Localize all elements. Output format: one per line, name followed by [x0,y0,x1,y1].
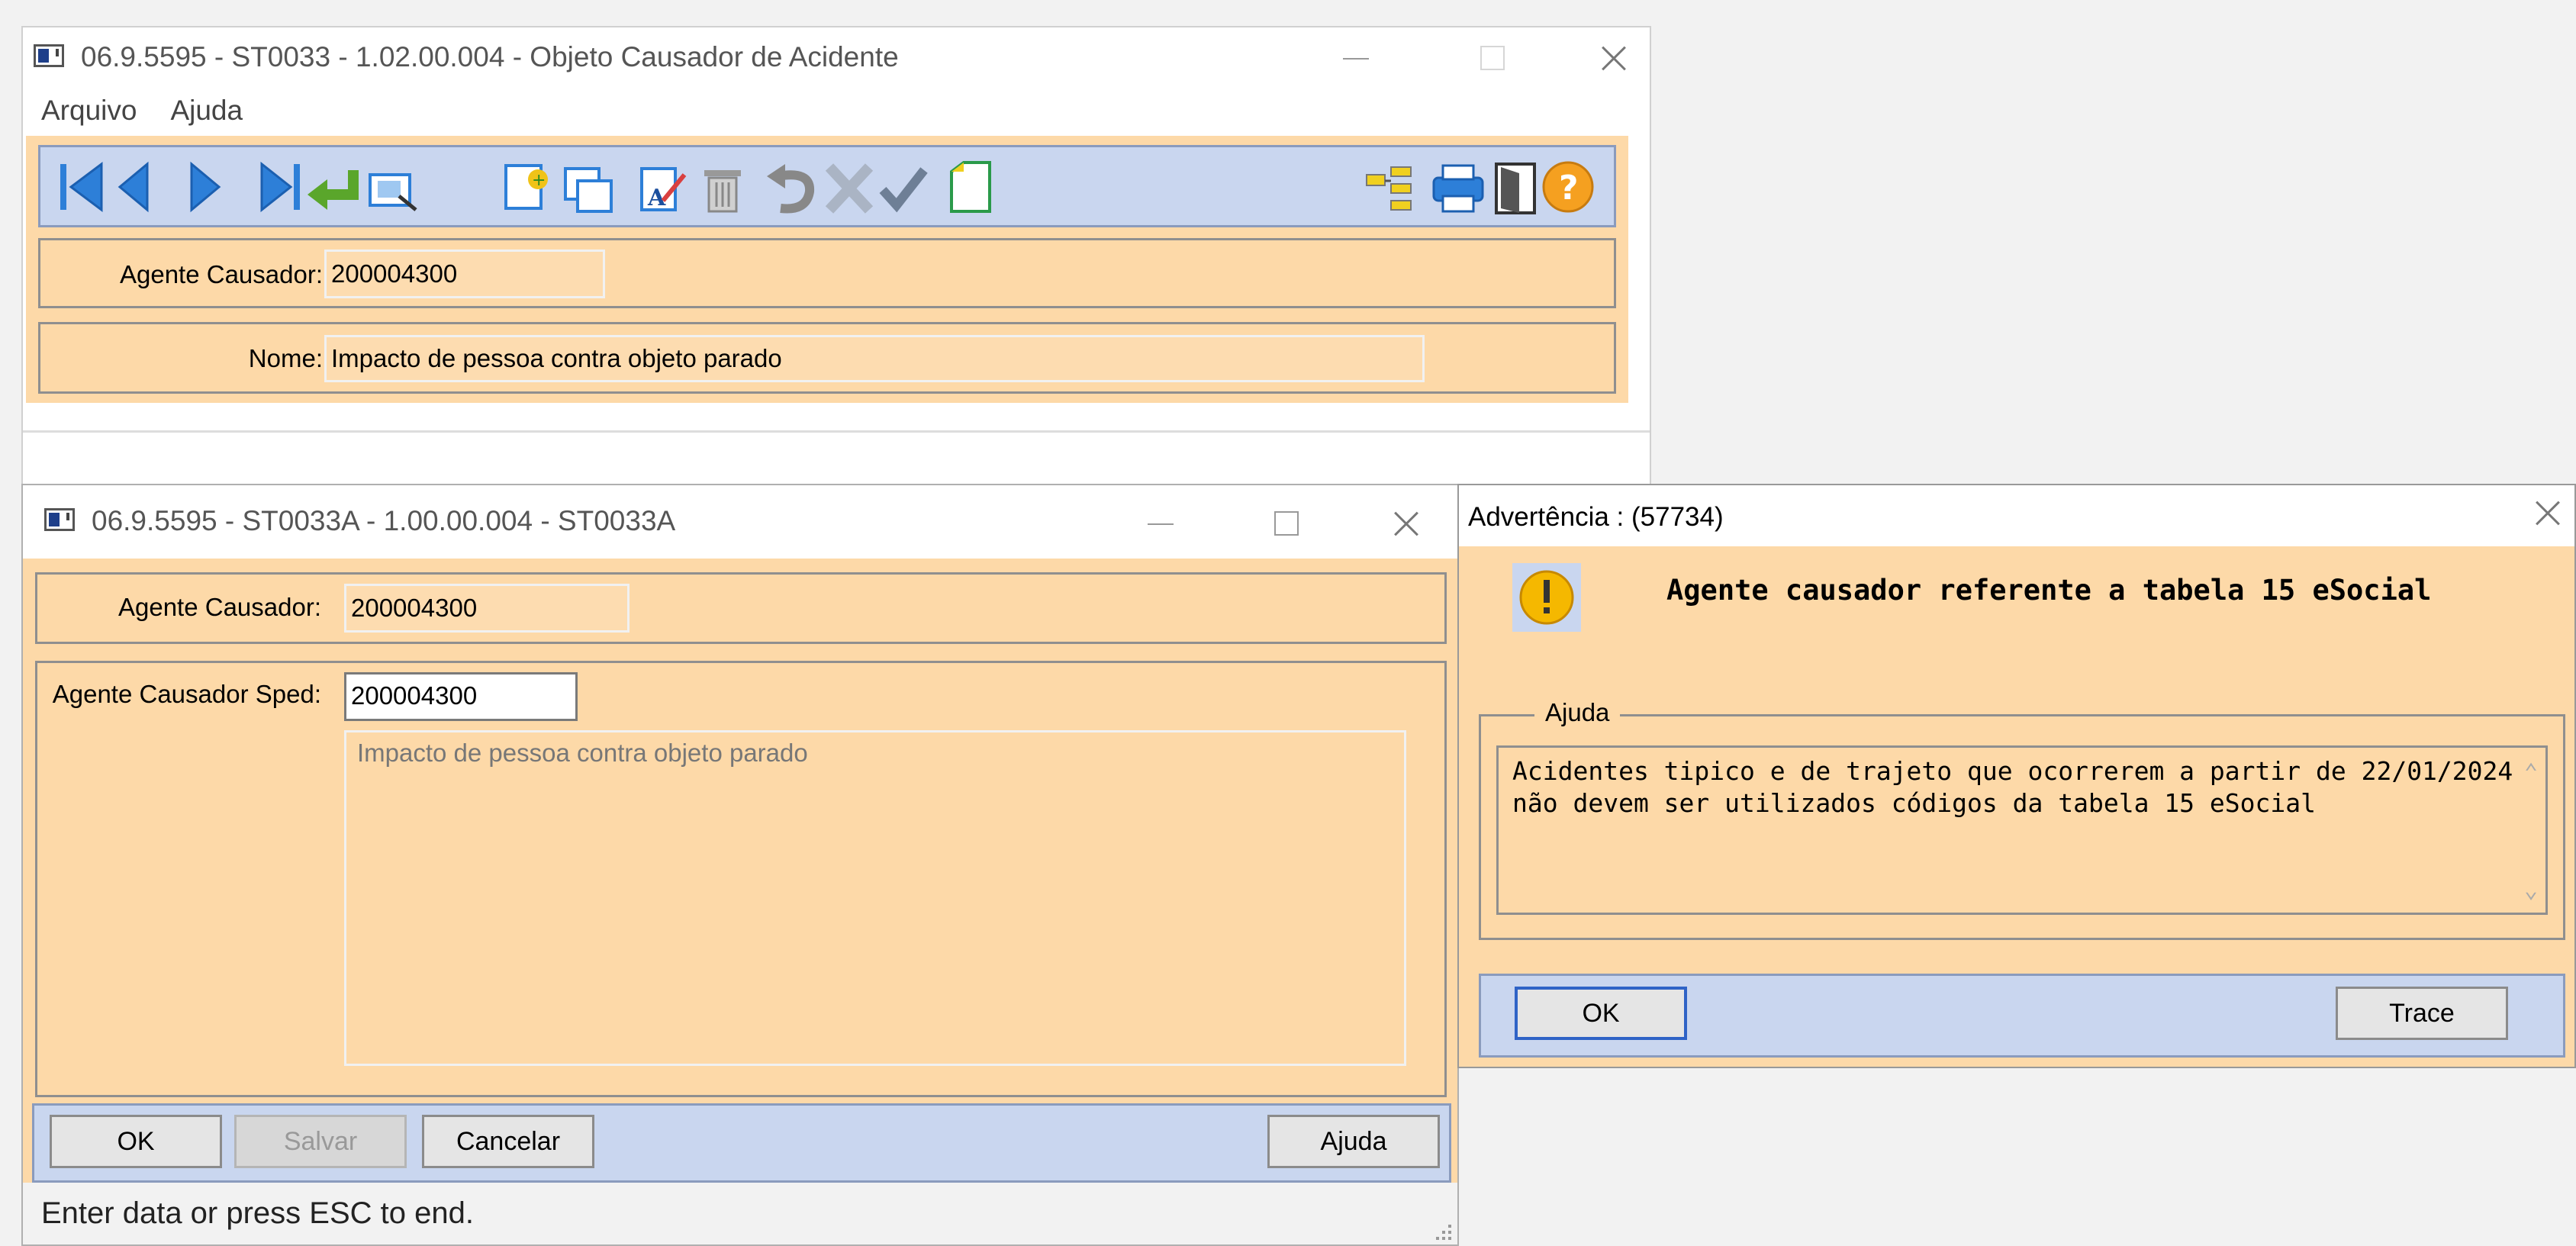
sped-form: Agente Causador: 200004300 Agente Causad… [23,559,1457,1183]
minimize-button[interactable] [1137,501,1183,546]
previous-record-icon[interactable] [118,161,149,213]
agente-field[interactable]: 200004300 [324,250,605,298]
window-title: 06.9.5595 - ST0033 - 1.02.00.004 - Objet… [81,41,899,72]
warning-title-bar[interactable]: Advertência : (57734) [1459,485,2574,546]
help-icon[interactable]: ? [1542,161,1594,213]
agente-panel: Agente Causador: 200004300 [38,238,1616,308]
trace-button[interactable]: Trace [2336,987,2508,1040]
confirm-icon[interactable] [879,167,928,213]
nome-label: Nome: [248,344,323,372]
form-area: + A ? Agente Causador: 200004300 Nome: I… [26,136,1628,403]
sped-window: 06.9.5595 - ST0033A - 1.00.00.004 - ST00… [21,484,1459,1246]
maximize-button[interactable] [1470,35,1515,81]
nome-panel: Nome: Impacto de pessoa contra objeto pa… [38,322,1616,394]
app-icon [44,508,75,531]
warning-dialog: Advertência : (57734) Agente causador re… [1457,484,2576,1068]
scroll-up-icon[interactable]: ⌃ [2524,757,2538,789]
sped-detail-panel: Agente Causador Sped: 200004300 Impacto … [35,661,1447,1097]
warning-heading: Agente causador referente a tabela 15 eS… [1666,574,2432,607]
copy-record-icon[interactable] [564,167,613,213]
close-button[interactable] [1383,501,1428,546]
next-record-icon[interactable] [190,161,221,213]
message-line-1: Acidentes tipico e de trajeto que ocorre… [1512,756,2513,786]
salvar-button[interactable]: Salvar [234,1115,407,1168]
button-bar: OK Salvar Cancelar Ajuda [32,1103,1451,1183]
agente-field[interactable]: 200004300 [344,584,630,633]
main-window: 06.9.5595 - ST0033 - 1.02.00.004 - Objet… [21,26,1651,514]
sped-window-title: 06.9.5595 - ST0033A - 1.00.00.004 - ST00… [92,505,676,536]
title-bar[interactable]: 06.9.5595 - ST0033 - 1.02.00.004 - Objet… [23,27,1650,90]
cancelar-button[interactable]: Cancelar [422,1115,594,1168]
ok-button[interactable]: OK [50,1115,222,1168]
edit-record-icon[interactable]: A [640,167,687,211]
agente-label: Agente Causador: [118,593,321,621]
warning-ok-button[interactable]: OK [1515,987,1687,1040]
app-icon [34,44,64,67]
sped-agente-panel: Agente Causador: 200004300 [35,572,1447,644]
message-textarea[interactable]: Acidentes tipico e de trajeto que ocorre… [1496,745,2548,915]
ajuda-button[interactable]: Ajuda [1267,1115,1440,1168]
warning-button-bar: OK Trace [1479,974,2565,1058]
exit-icon[interactable] [1495,163,1536,214]
scroll-down-icon[interactable]: ⌄ [2524,874,2538,906]
toolbar: + A ? [38,145,1616,227]
close-button[interactable] [1590,35,1636,81]
sped-title-bar[interactable]: 06.9.5595 - ST0033A - 1.00.00.004 - ST00… [23,485,1457,559]
warning-icon [1512,563,1581,632]
svg-text:+: + [532,171,546,190]
menu-ajuda[interactable]: Ajuda [170,95,243,126]
print-icon[interactable] [1432,164,1484,213]
resize-grip[interactable] [1433,1222,1451,1240]
minimize-button[interactable] [1332,35,1378,81]
warning-title: Advertência : (57734) [1468,502,1724,532]
delete-record-icon[interactable] [704,170,741,213]
close-button[interactable] [2524,490,2570,536]
sped-label: Agente Causador Sped: [52,680,321,708]
last-record-icon[interactable] [260,161,300,213]
toolbar-icons: + A ? [60,161,1594,214]
message-line-2: não devem ser utilizados códigos da tabe… [1512,788,2316,818]
blank-page-icon[interactable] [950,161,991,213]
enter-icon[interactable] [308,170,359,210]
tree-view-icon[interactable] [1366,166,1412,211]
maximize-button[interactable] [1264,501,1309,546]
ajuda-group: Ajuda Acidentes tipico e de trajeto que … [1479,698,2565,940]
agente-label: Agente Causador: [119,260,323,288]
new-record-icon[interactable]: + [504,164,548,210]
ajuda-group-label: Ajuda [1534,698,1621,727]
sped-input[interactable]: 200004300 [344,672,578,721]
status-bar: Enter data or press ESC to end. [41,1196,474,1230]
preview-icon[interactable] [369,173,417,211]
undo-icon[interactable] [767,164,815,214]
menu-bar: Arquivo Ajuda [41,95,276,127]
description-textarea[interactable]: Impacto de pessoa contra objeto parado [344,730,1406,1066]
cancel-icon[interactable] [825,163,874,214]
separator [23,430,1650,433]
nome-field[interactable]: Impacto de pessoa contra objeto parado [324,335,1425,382]
menu-arquivo[interactable]: Arquivo [41,95,137,126]
svg-text:?: ? [1559,169,1579,208]
first-record-icon[interactable] [60,162,103,212]
